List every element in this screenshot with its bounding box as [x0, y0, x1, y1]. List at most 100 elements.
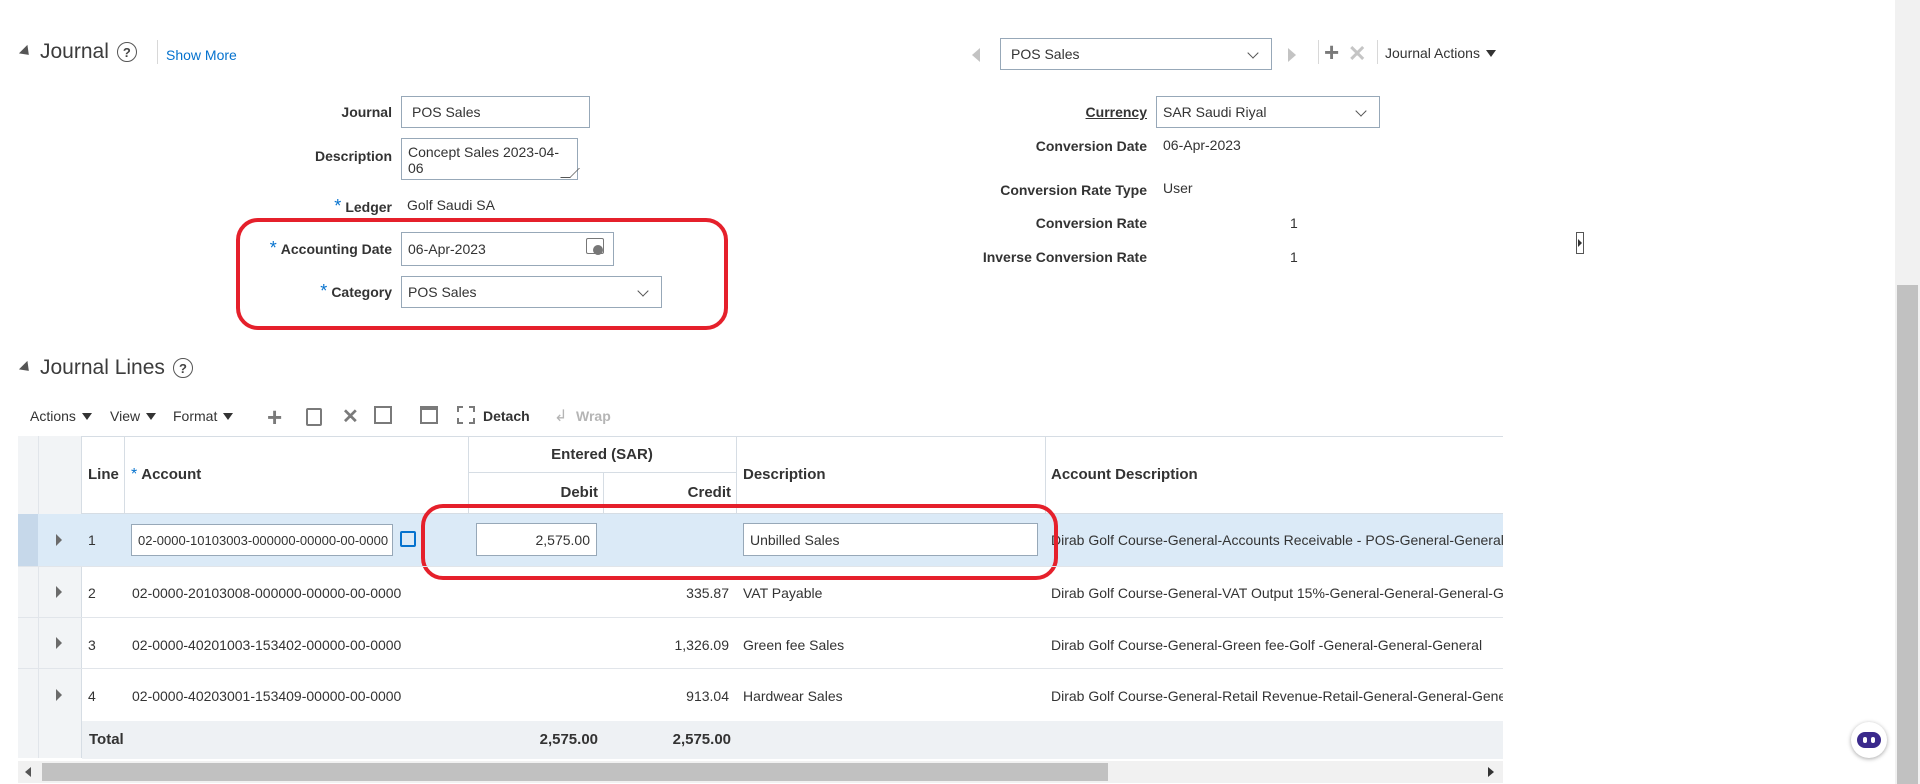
caret-down-icon [81, 412, 92, 420]
next-icon[interactable] [1288, 48, 1296, 62]
total-row [82, 721, 1503, 759]
conversion-date-label: Conversion Date [1035, 138, 1147, 154]
help-icon[interactable]: ? [116, 42, 137, 62]
delete-row-icon[interactable]: ✕ [342, 404, 359, 429]
column-header-account-description[interactable]: Account Description [1051, 466, 1198, 483]
divider [1045, 436, 1046, 514]
account-search-icon[interactable] [400, 531, 416, 547]
credit-value: 1,326.09 [674, 637, 730, 653]
total-label: Total [89, 731, 124, 748]
add-row-icon[interactable]: + [267, 402, 282, 433]
currency-label: Currency [1085, 104, 1147, 120]
account-description: Dirab Golf Course-General-Accounts Recei… [1051, 532, 1503, 548]
scroll-left-icon[interactable] [25, 767, 31, 777]
caret-down-icon [146, 412, 157, 420]
description-textarea[interactable]: Concept Sales 2023-04-06 [401, 138, 578, 180]
category-select[interactable]: POS Sales [401, 276, 662, 308]
description-value: VAT Payable [743, 585, 823, 601]
ledger-label: * Ledger [334, 196, 392, 216]
inverse-conversion-rate-value: 1 [1290, 249, 1298, 265]
ledger-value: Golf Saudi SA [407, 197, 495, 213]
category-label: * Category [320, 281, 392, 301]
column-header-credit[interactable]: Credit [603, 484, 731, 501]
divider [1377, 40, 1378, 64]
accounting-date-field[interactable]: 06-Apr-2023 [401, 232, 614, 266]
account-input[interactable]: 02-0000-10103003-000000-00000-00-0000 [131, 524, 393, 556]
journal-field[interactable]: POS Sales [401, 96, 590, 128]
account-value: 02-0000-40201003-153402-00000-00-0000 [132, 637, 402, 653]
row-header-column [18, 436, 82, 758]
wrap-button[interactable]: Wrap [576, 408, 611, 424]
conversion-rate-value: 1 [1290, 215, 1298, 231]
divider [157, 40, 158, 64]
calendar-icon[interactable] [586, 238, 604, 255]
journal-lines-title: Journal Lines [40, 356, 165, 379]
scrollbar-thumb[interactable] [42, 763, 1108, 781]
detach-button[interactable]: Detach [483, 408, 530, 424]
format-menu[interactable]: Format [173, 408, 234, 424]
journal-actions-menu[interactable]: Journal Actions [1385, 45, 1496, 61]
annotation-highlight-debit-description [421, 504, 1058, 580]
description-value: Hardwear Sales [743, 688, 843, 704]
actions-menu[interactable]: Actions [30, 408, 92, 424]
credit-value: 913.04 [686, 688, 729, 704]
expand-row-icon[interactable] [56, 586, 62, 598]
conversion-date-value: 06-Apr-2023 [1163, 137, 1241, 153]
account-value: 02-0000-20103008-000000-00000-00-0000 [132, 585, 402, 601]
collapse-icon[interactable] [18, 44, 34, 60]
detach-icon[interactable] [457, 406, 475, 424]
filter-icon[interactable] [420, 406, 438, 424]
divider [1318, 40, 1319, 64]
chevron-down-icon [1355, 105, 1367, 117]
expand-row-icon[interactable] [56, 637, 62, 649]
duplicate-icon[interactable] [306, 408, 322, 426]
column-header-description[interactable]: Description [743, 466, 826, 483]
conversion-rate-type-value: User [1163, 180, 1193, 196]
line-number: 4 [88, 688, 96, 704]
table-top-border [18, 436, 1503, 437]
account-description: Dirab Golf Course-General-Retail Revenue… [1051, 688, 1503, 704]
column-header-account[interactable]: * Account [131, 466, 201, 484]
panel-splitter-handle[interactable] [1576, 232, 1584, 254]
line-number: 1 [88, 532, 96, 548]
help-icon[interactable]: ? [172, 358, 193, 378]
collapse-icon[interactable] [18, 360, 34, 376]
grid-icon[interactable] [374, 406, 392, 424]
divider [124, 436, 125, 514]
journal-title: Journal [40, 40, 109, 63]
divider [18, 566, 1503, 567]
journal-section-header: Journal ? [18, 40, 137, 64]
line-number: 2 [88, 585, 96, 601]
inverse-conversion-rate-label: Inverse Conversion Rate [982, 249, 1147, 265]
wrap-icon[interactable]: ↲ [554, 406, 567, 426]
assistant-button[interactable] [1851, 722, 1887, 758]
assistant-icon [1857, 732, 1881, 748]
conversion-rate-type-label: Conversion Rate Type [1000, 182, 1147, 198]
column-header-entered: Entered (SAR) [551, 446, 653, 463]
vertical-scrollbar-thumb[interactable] [1897, 285, 1918, 784]
credit-value: 335.87 [686, 585, 729, 601]
journal-label: Journal [341, 104, 392, 120]
column-header-line[interactable]: Line [88, 466, 119, 483]
divider [736, 436, 737, 514]
show-more-link[interactable]: Show More [166, 47, 237, 63]
line-number: 3 [88, 637, 96, 653]
scroll-right-icon[interactable] [1488, 767, 1494, 777]
caret-down-icon [1485, 49, 1496, 57]
currency-select[interactable]: SAR Saudi Riyal [1156, 96, 1380, 128]
journal-nav-select[interactable]: POS Sales [1000, 38, 1272, 70]
expand-row-icon[interactable] [56, 689, 62, 701]
description-label: Description [314, 148, 392, 164]
divider [18, 668, 1503, 669]
view-menu[interactable]: View [110, 408, 157, 424]
add-icon[interactable]: + [1324, 39, 1339, 65]
delete-icon[interactable]: ✕ [1348, 43, 1366, 65]
conversion-rate-label: Conversion Rate [1035, 215, 1147, 231]
previous-icon[interactable] [972, 48, 980, 62]
column-header-debit[interactable]: Debit [468, 484, 599, 501]
accounting-date-label: * Accounting Date [269, 238, 392, 258]
row-selected-indicator [18, 514, 38, 566]
journal-lines-section-header: Journal Lines ? [18, 356, 193, 380]
total-debit: 2,575.00 [539, 731, 598, 748]
expand-row-icon[interactable] [56, 534, 62, 546]
